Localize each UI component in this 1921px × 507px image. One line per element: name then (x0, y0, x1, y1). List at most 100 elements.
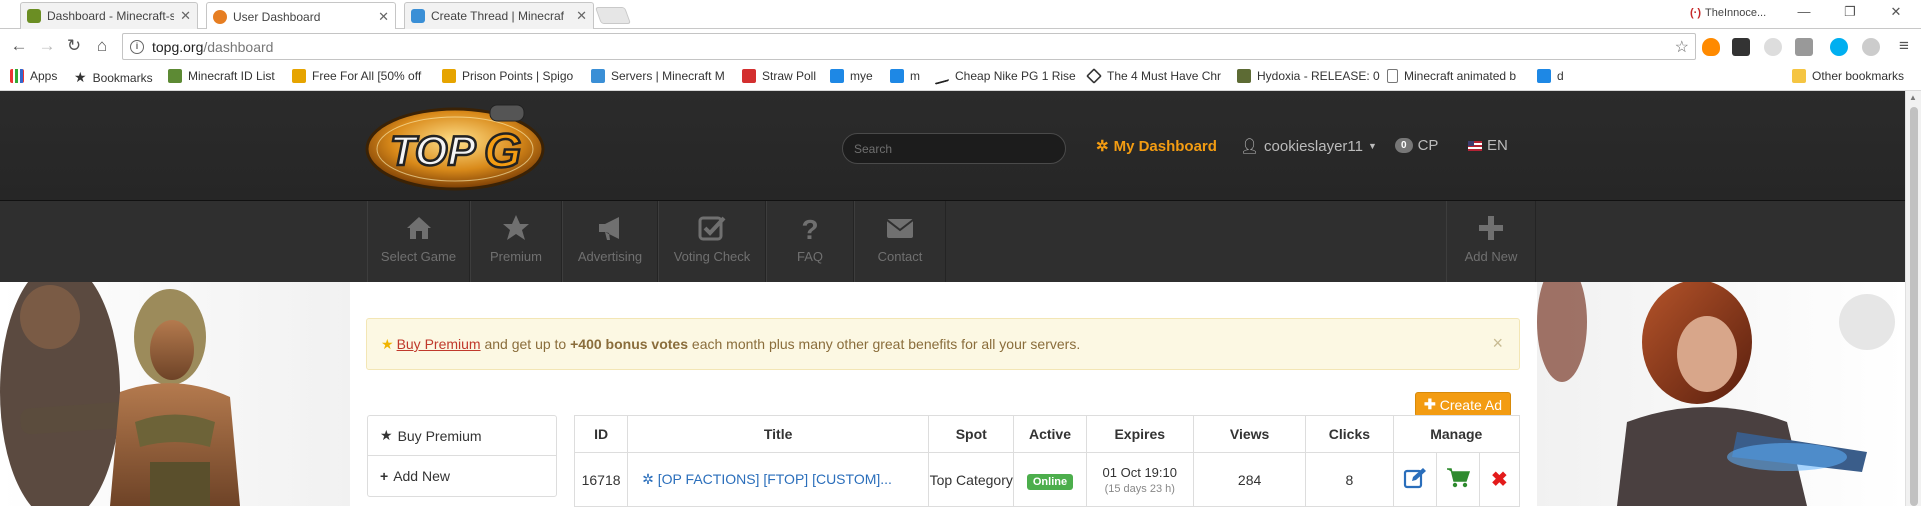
my-dashboard-link[interactable]: ✲ My Dashboard (1096, 137, 1217, 156)
ad-clicks: 8 (1305, 452, 1394, 507)
bookmark-straw-poll[interactable]: Straw Poll (742, 69, 816, 83)
bookmark-star-icon[interactable]: ☆ (1675, 37, 1689, 57)
ad-expires-cell: 01 Oct 19:10 (15 days 23 h) (1085, 452, 1194, 507)
address-bar[interactable]: i topg.org/dashboard ☆ (122, 33, 1696, 60)
ad-id: 16718 (573, 452, 629, 507)
create-ad-button[interactable]: ✚ Create Ad (1415, 392, 1511, 417)
bookmark-prison-points[interactable]: Prison Points | Spigo (442, 69, 573, 83)
reload-icon[interactable]: ↻ (63, 36, 85, 56)
bookmark-apps[interactable]: Apps (10, 69, 57, 83)
restore-icon[interactable]: ❐ (1835, 4, 1865, 20)
column-header-active: Active (1013, 415, 1087, 453)
profile-chip[interactable]: (·) TheInnoce... (1690, 7, 1766, 19)
bookmark-minecraft-animated[interactable]: Minecraft animated b (1387, 69, 1516, 83)
cp-link[interactable]: 0 CP (1395, 137, 1438, 154)
ad-active-cell: Online (1013, 452, 1087, 507)
extension-fire-icon[interactable] (1702, 38, 1720, 56)
nav-advertising[interactable]: Advertising (562, 201, 658, 282)
delete-x-icon: ✖ (1491, 469, 1508, 491)
browser-tab[interactable]: Dashboard - Minecraft-s ✕ (20, 2, 198, 29)
table-row: 16718 ✲ [OP FACTIONS] [FTOP] [CUSTOM]...… (573, 452, 1521, 507)
online-badge: Online (1026, 473, 1074, 490)
skype-icon[interactable] (1830, 38, 1848, 56)
bookmark-d[interactable]: d (1537, 69, 1564, 83)
straw-poll-icon (742, 69, 756, 83)
svg-text:?: ? (801, 214, 818, 243)
grass-block-icon (1237, 69, 1251, 83)
page-icon (1387, 69, 1398, 83)
nav-voting-check[interactable]: Voting Check (658, 201, 766, 282)
premium-alert: ★ Buy Premium and get up to +400 bonus v… (366, 318, 1520, 370)
nav-faq[interactable]: ? FAQ (766, 201, 854, 282)
profile-name: TheInnoce... (1705, 7, 1767, 19)
scrollbar-thumb[interactable] (1910, 107, 1918, 506)
alert-text: and get up to (480, 336, 571, 352)
bookmark-other[interactable]: Other bookmarks (1792, 69, 1904, 83)
scroll-up-icon[interactable]: ▲ (1909, 93, 1917, 102)
column-header-title: Title (627, 415, 930, 453)
back-icon[interactable]: ← (8, 36, 30, 56)
tab-title: User Dashboard (233, 9, 321, 24)
ads-table: ID Title Spot Active Expires Views Click… (573, 415, 1521, 507)
minecraft-favicon-icon (27, 9, 41, 23)
column-header-views: Views (1192, 415, 1307, 453)
ad-title-link[interactable]: ✲ [OP FACTIONS] [FTOP] [CUSTOM]... (627, 452, 930, 507)
question-icon: ? (801, 214, 818, 243)
bookmark-must-have[interactable]: The 4 Must Have Chr (1086, 68, 1221, 84)
close-tab-icon[interactable]: ✕ (180, 8, 191, 24)
site-info-icon[interactable]: i (130, 39, 144, 54)
browser-tab-active[interactable]: User Dashboard ✕ (206, 2, 396, 30)
extension-puzzle-icon[interactable] (1732, 38, 1750, 56)
cp-count-badge: 0 (1395, 138, 1413, 153)
close-tab-icon[interactable]: ✕ (576, 8, 587, 24)
envelope-icon (886, 219, 914, 238)
bookmark-free-for-all[interactable]: Free For All [50% off (292, 69, 421, 83)
topg-logo[interactable]: TOP G (362, 99, 548, 195)
language-selector[interactable]: EN (1468, 137, 1508, 154)
bookmark-cheap-nike[interactable]: Cheap Nike PG 1 Rise (935, 67, 1076, 85)
user-icon: 👤︎ (1240, 138, 1260, 155)
topg-favicon-icon (213, 9, 227, 24)
bookmark-hydoxia[interactable]: Hydoxia - RELEASE: 0 (1237, 69, 1380, 83)
bookmark-minecraft-id-list[interactable]: Minecraft ID List (168, 69, 275, 83)
extension-card-icon[interactable] (1795, 38, 1813, 56)
delete-button[interactable]: ✖ (1478, 452, 1521, 507)
bookmark-bookmarks[interactable]: ★ Bookmarks (74, 69, 153, 86)
nav-premium[interactable]: Premium (470, 201, 562, 282)
cube-icon (591, 69, 605, 83)
side-menu-buy-premium[interactable]: ★ Buy Premium (368, 416, 556, 456)
side-menu-add-new[interactable]: + Add New (368, 456, 556, 496)
edit-button[interactable] (1392, 452, 1437, 507)
bookmark-servers[interactable]: Servers | Minecraft M (591, 69, 725, 83)
ad-expires-remaining: (15 days 23 h) (1104, 482, 1175, 495)
home-icon[interactable]: ⌂ (91, 36, 113, 56)
bookmark-mye[interactable]: mye (830, 69, 873, 83)
extension-s-icon[interactable] (1862, 38, 1880, 56)
left-character-art (0, 282, 350, 506)
check-square-icon (698, 216, 726, 241)
bookmark-m[interactable]: m (890, 69, 920, 83)
main-nav: Select Game Premium Advertising Voting C… (0, 201, 1905, 282)
close-icon[interactable]: × (1492, 333, 1503, 354)
new-tab-button[interactable] (594, 7, 632, 24)
user-menu[interactable]: 👤︎ cookieslayer11 ▼ (1240, 137, 1377, 156)
minimize-icon[interactable]: — (1789, 4, 1819, 19)
menu-icon[interactable]: ≡ (1893, 36, 1915, 56)
close-tab-icon[interactable]: ✕ (378, 9, 389, 25)
close-window-icon[interactable]: ✕ (1881, 4, 1911, 20)
extension-m-icon[interactable] (1764, 38, 1782, 56)
nav-select-game[interactable]: Select Game (367, 201, 470, 282)
browser-tab[interactable]: Create Thread | Minecraf ✕ (404, 2, 594, 29)
search-input[interactable] (842, 133, 1066, 164)
home-icon (406, 217, 431, 239)
nav-contact[interactable]: Contact (854, 201, 946, 282)
cart-button[interactable] (1435, 452, 1480, 507)
forward-icon[interactable]: → (36, 36, 58, 56)
page-scrollbar[interactable]: ▲ (1905, 91, 1921, 506)
buy-premium-link[interactable]: Buy Premium (397, 336, 481, 352)
nav-add-new[interactable]: Add New (1446, 201, 1536, 282)
star-icon: ★ (381, 335, 394, 352)
star-icon: ★ (380, 427, 393, 443)
svg-text:TOP: TOP (390, 127, 477, 174)
ad-expires: 01 Oct 19:10 (1102, 464, 1177, 480)
